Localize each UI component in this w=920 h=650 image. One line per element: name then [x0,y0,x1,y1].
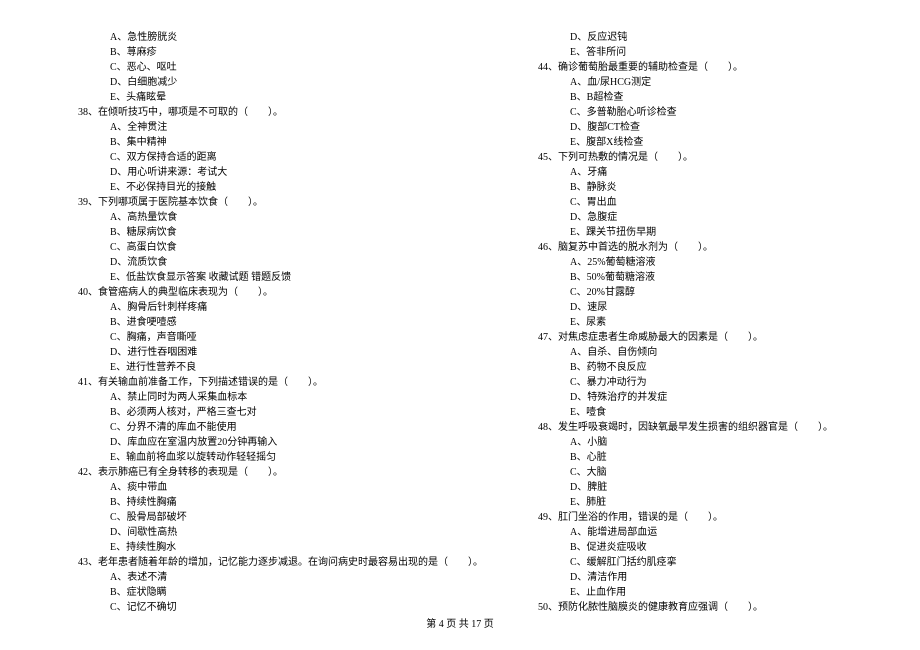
option-line: E、止血作用 [570,585,900,600]
option-line: D、间歇性高热 [110,525,440,540]
option-line: B、促进炎症吸收 [570,540,900,555]
option-line: B、B超检查 [570,90,900,105]
page-footer: 第 4 页 共 17 页 [0,615,920,630]
option-line: D、流质饮食 [110,255,440,270]
option-line: A、胸骨后针刺样疼痛 [110,300,440,315]
option-line: E、输血前将血浆以旋转动作轻轻摇匀 [110,450,440,465]
option-line: E、不必保持目光的接触 [110,180,440,195]
option-line: D、用心听讲来源：考试大 [110,165,440,180]
question-line: 40、食管癌病人的典型临床表现为（ ）。 [78,285,440,300]
option-line: B、荨麻疹 [110,45,440,60]
question-line: 43、老年患者随着年龄的增加，记忆能力逐步减退。在询问病史时最容易出现的是（ ）… [78,555,440,570]
option-line: A、血/尿HCG测定 [570,75,900,90]
question-line: 38、在倾听技巧中，哪项是不可取的（ ）。 [78,105,440,120]
option-line: B、糖尿病饮食 [110,225,440,240]
option-line: B、药物不良反应 [570,360,900,375]
option-line: C、缓解肛门括约肌痉挛 [570,555,900,570]
option-line: D、清洁作用 [570,570,900,585]
option-line: A、高热量饮食 [110,210,440,225]
question-line: 45、下列可热敷的情况是（ ）。 [538,150,900,165]
right-column: D、反应迟钝E、答非所问44、确诊葡萄胎最重要的辅助检查是（ ）。A、血/尿HC… [460,30,920,610]
option-line: A、小脑 [570,435,900,450]
option-line: B、50%葡萄糖溶液 [570,270,900,285]
option-line: C、大脑 [570,465,900,480]
option-line: D、腹部CT检查 [570,120,900,135]
option-line: E、低盐饮食显示答案 收藏试题 错题反馈 [110,270,440,285]
option-line: A、急性膀胱炎 [110,30,440,45]
option-line: C、胃出血 [570,195,900,210]
option-line: E、进行性营养不良 [110,360,440,375]
option-line: B、心脏 [570,450,900,465]
option-line: D、白细胞减少 [110,75,440,90]
option-line: A、自杀、自伤倾向 [570,345,900,360]
option-line: A、能增进局部血运 [570,525,900,540]
option-line: E、腹部X线检查 [570,135,900,150]
option-line: B、集中精神 [110,135,440,150]
question-line: 50、预防化脓性脑膜炎的健康教育应强调（ ）。 [538,600,900,615]
option-line: B、静脉炎 [570,180,900,195]
option-line: C、股骨局部破坏 [110,510,440,525]
option-line: E、头痛眩晕 [110,90,440,105]
option-line: A、25%葡萄糖溶液 [570,255,900,270]
option-line: D、脾脏 [570,480,900,495]
question-line: 46、脑复苏中首选的脱水剂为（ ）。 [538,240,900,255]
option-line: C、高蛋白饮食 [110,240,440,255]
option-line: B、进食哽噎感 [110,315,440,330]
option-line: A、禁止同时为两人采集血标本 [110,390,440,405]
question-line: 42、表示肺癌已有全身转移的表现是（ ）。 [78,465,440,480]
option-line: C、20%甘露醇 [570,285,900,300]
option-line: B、症状隐瞒 [110,585,440,600]
option-line: C、多普勒胎心听诊检查 [570,105,900,120]
option-line: C、恶心、呕吐 [110,60,440,75]
left-column: A、急性膀胱炎B、荨麻疹C、恶心、呕吐D、白细胞减少E、头痛眩晕38、在倾听技巧… [0,30,460,610]
option-line: E、踝关节扭伤早期 [570,225,900,240]
option-line: E、肺脏 [570,495,900,510]
option-line: E、噎食 [570,405,900,420]
option-line: C、双方保持合适的距离 [110,150,440,165]
option-line: A、表述不清 [110,570,440,585]
option-line: E、答非所问 [570,45,900,60]
option-line: E、持续性胸水 [110,540,440,555]
question-line: 41、有关输血前准备工作，下列描述错误的是（ ）。 [78,375,440,390]
option-line: A、痰中带血 [110,480,440,495]
option-line: A、全神贯注 [110,120,440,135]
option-line: A、牙痛 [570,165,900,180]
option-line: C、记忆不确切 [110,600,440,615]
option-line: C、分界不清的库血不能使用 [110,420,440,435]
question-line: 44、确诊葡萄胎最重要的辅助检查是（ ）。 [538,60,900,75]
option-line: D、急腹症 [570,210,900,225]
option-line: D、库血应在室温内放置20分钟再输入 [110,435,440,450]
question-line: 49、肛门坐浴的作用，错误的是（ ）。 [538,510,900,525]
question-line: 47、对焦虑症患者生命威胁最大的因素是（ ）。 [538,330,900,345]
option-line: C、胸痛，声音嘶哑 [110,330,440,345]
option-line: D、速尿 [570,300,900,315]
option-line: B、持续性胸痛 [110,495,440,510]
option-line: B、必须两人核对，严格三查七对 [110,405,440,420]
question-line: 48、发生呼吸衰竭时，因缺氧最早发生损害的组织器官是（ ）。 [538,420,900,435]
question-line: 39、下列哪项属于医院基本饮食（ ）。 [78,195,440,210]
option-line: C、暴力冲动行为 [570,375,900,390]
option-line: D、特殊治疗的并发症 [570,390,900,405]
option-line: E、尿素 [570,315,900,330]
option-line: D、进行性吞咽困难 [110,345,440,360]
option-line: D、反应迟钝 [570,30,900,45]
